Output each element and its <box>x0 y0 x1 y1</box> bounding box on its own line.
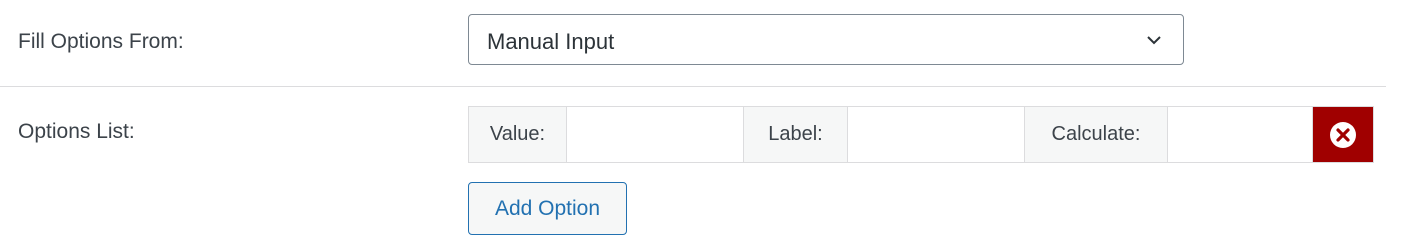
option-row: Value: Label: Calculate: <box>468 106 1374 163</box>
calculate-cell-label: Calculate: <box>1025 107 1168 162</box>
fill-options-select[interactable]: Manual Input <box>468 14 1184 65</box>
label-input[interactable] <box>848 107 1025 162</box>
delete-option-button[interactable] <box>1313 107 1373 162</box>
add-option-button[interactable]: Add Option <box>468 182 627 235</box>
divider <box>0 86 1386 87</box>
value-input[interactable] <box>567 107 744 162</box>
fill-options-label: Fill Options From: <box>18 30 184 53</box>
options-list-label: Options List: <box>18 120 135 143</box>
label-cell-label: Label: <box>744 107 848 162</box>
value-cell-label: Value: <box>469 107 567 162</box>
fill-options-selected-value: Manual Input <box>487 29 615 54</box>
close-circle-icon <box>1330 121 1356 148</box>
calculate-input[interactable] <box>1168 107 1313 162</box>
chevron-down-icon <box>1147 36 1161 45</box>
